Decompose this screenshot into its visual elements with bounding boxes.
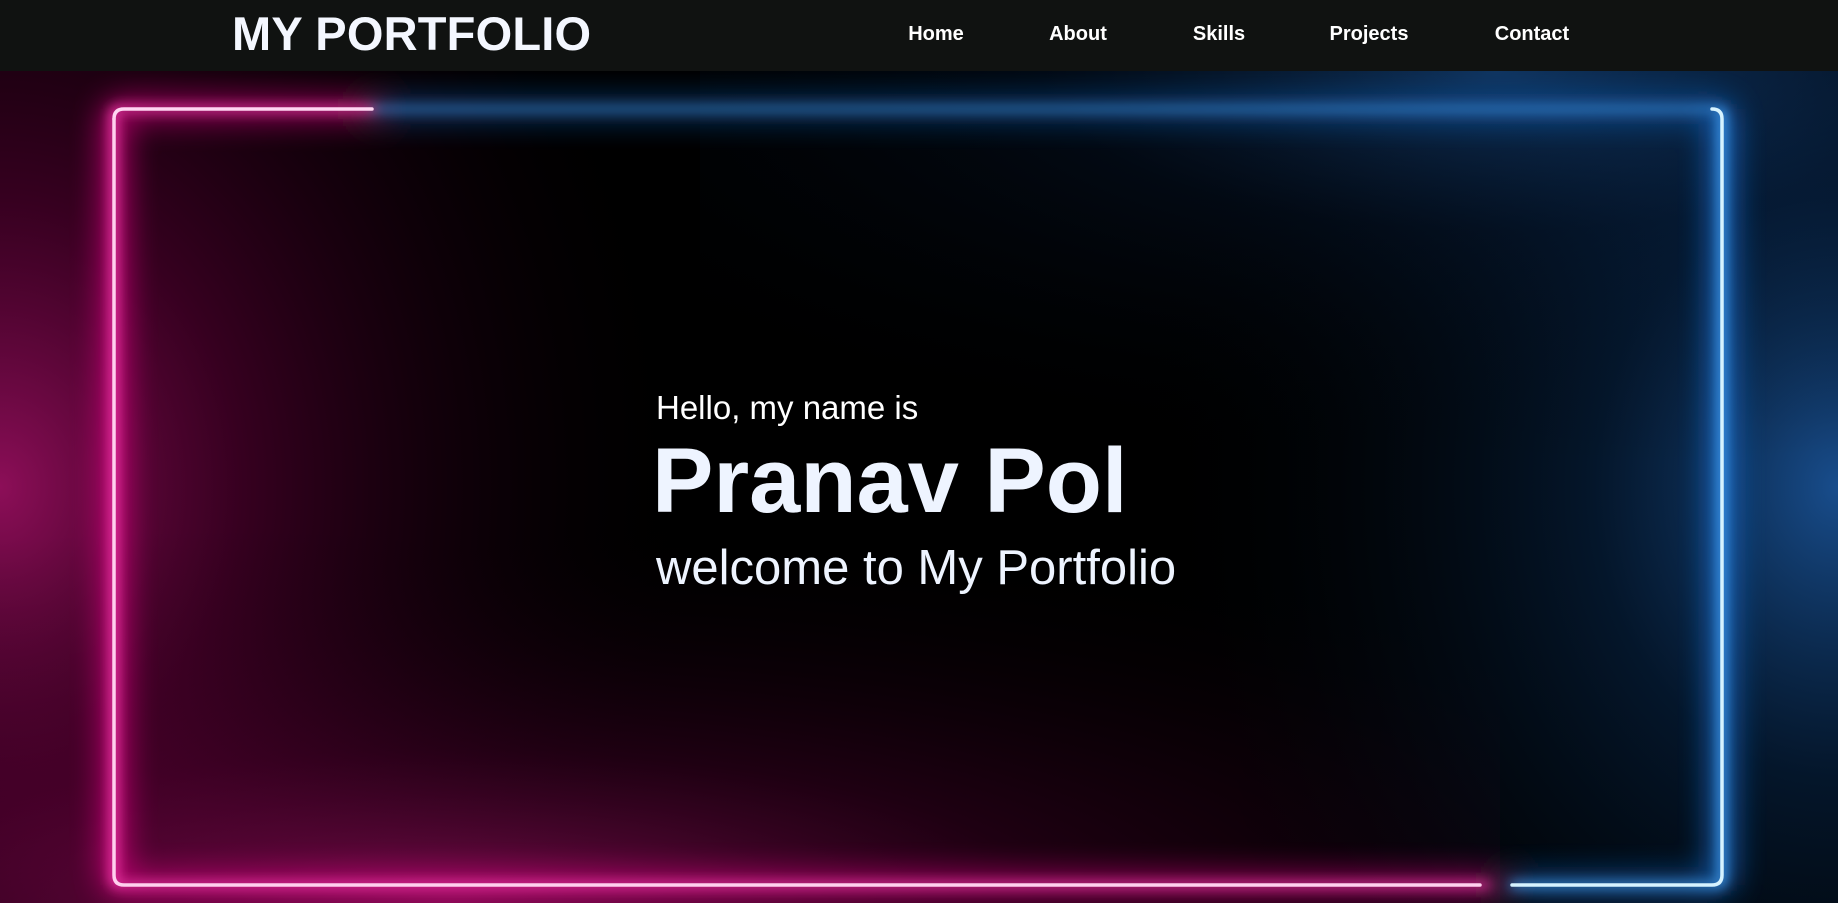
nav-link-home[interactable]: Home [908,21,964,47]
hero-name: Pranav Pol [652,430,1128,532]
nav-link-contact[interactable]: Contact [1495,21,1569,47]
navbar: MY PORTFOLIO Home About Skills Projects … [0,0,1838,71]
nav-links: Home About Skills Projects Contact [0,21,1838,47]
hero-greeting: Hello, my name is [656,389,919,426]
nav-link-about[interactable]: About [1049,21,1107,47]
hero-welcome: welcome to My Portfolio [656,541,1177,595]
nav-link-skills[interactable]: Skills [1193,21,1245,47]
nav-link-projects[interactable]: Projects [1330,21,1409,47]
hero-section: Hello, my name is Pranav Pol welcome to … [0,71,1838,903]
